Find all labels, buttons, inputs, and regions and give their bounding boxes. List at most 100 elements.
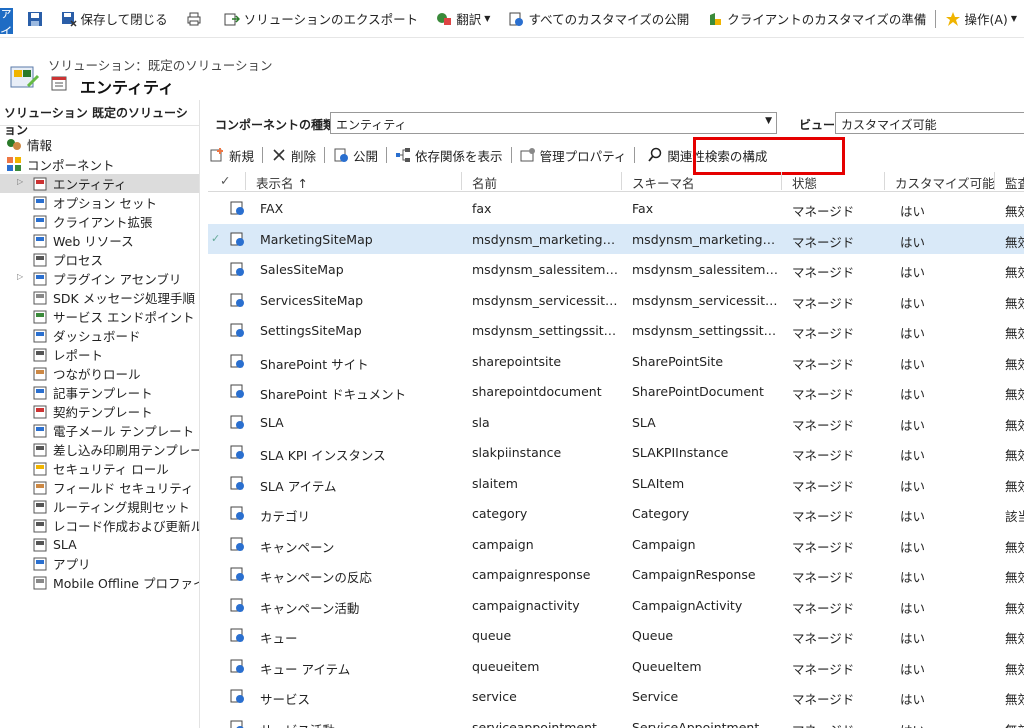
view-select[interactable]: カスタマイズ可能 (835, 112, 1024, 134)
translate-menu[interactable]: 翻訳 ▼ (429, 7, 497, 31)
managed-properties-button[interactable]: 管理プロパティ (512, 144, 635, 166)
delete-button[interactable]: 削除 (263, 144, 324, 166)
sidebar-item[interactable]: 記事テンプレート (0, 383, 199, 402)
cell-display-name[interactable]: キュー アイテム (260, 659, 460, 678)
column-header-customizable[interactable]: カスタマイズ可能 (895, 173, 995, 192)
table-row[interactable]: ✓ MarketingSiteMap msdynsm_marketing… msdyn… (208, 223, 1024, 254)
sidebar-item[interactable]: クライアント拡張 (0, 212, 199, 231)
sidebar-item[interactable]: アプリ (0, 554, 199, 573)
sidebar-item[interactable]: 差し込み印刷用テンプレート (0, 440, 199, 459)
prepare-client-button[interactable]: クライアントのカスタマイズの準備 (700, 7, 933, 31)
solution-sidebar: ソリューション 既定のソリューション 情報 コンポーネント ▷ エンティティ オプシ… (0, 100, 200, 728)
export-solution-button[interactable]: ソリューションのエクスポート (217, 7, 425, 31)
table-row[interactable]: キュー アイテム queueitem QueueItem マネージド はい 無効 (208, 651, 1024, 682)
column-header-schema-name[interactable]: スキーマ名 (632, 173, 695, 192)
sidebar-item[interactable]: レコード作成および更新ル… (0, 516, 199, 535)
cell-display-name[interactable]: ServicesSiteMap (260, 293, 460, 308)
publish-all-button[interactable]: すべてのカスタマイズの公開 (501, 7, 696, 31)
table-row[interactable]: SLA sla SLA マネージド はい 無効 (208, 407, 1024, 438)
component-type-select[interactable]: エンティティ ▼ (330, 112, 777, 134)
cell-audit: 無効 (1005, 417, 1024, 433)
cell-display-name[interactable]: サービス (260, 689, 460, 708)
table-row[interactable]: SLA KPI インスタンス slakpiinstance SLAKPIInstan… (208, 437, 1024, 468)
sidebar-item[interactable]: Mobile Offline プロファイル (0, 573, 199, 592)
table-row[interactable]: カテゴリ category Category マネージド はい 該当 (208, 498, 1024, 529)
row-check-icon[interactable]: ✓ (211, 232, 220, 245)
cell-display-name[interactable]: カテゴリ (260, 506, 460, 525)
cell-display-name[interactable]: SharePoint サイト (260, 354, 460, 373)
table-row[interactable]: サービス service Service マネージド はい 無効 (208, 681, 1024, 712)
cell-display-name[interactable]: キャンペーン活動 (260, 598, 460, 617)
table-row[interactable]: SLA アイテム slaitem SLAItem マネージド はい 無効 (208, 468, 1024, 499)
fax-icon (230, 201, 244, 215)
sidebar-item[interactable]: レポート (0, 345, 199, 364)
cell-name: sharepointsite (472, 353, 562, 369)
mail-merge-template-icon (33, 443, 47, 456)
table-row[interactable]: SharePoint ドキュメント sharepointdocument Share… (208, 376, 1024, 407)
sidebar-item[interactable]: SLA (0, 535, 199, 554)
sidebar-item[interactable]: オプション セット (0, 193, 199, 212)
print-button[interactable] (179, 7, 213, 31)
table-row[interactable]: SalesSiteMap msdynsm_salessitem… msdynsm_s… (208, 254, 1024, 285)
sidebar-item[interactable]: プロセス (0, 250, 199, 269)
table-row[interactable]: SettingsSiteMap msdynsm_settingssit… msdyn… (208, 315, 1024, 346)
cell-display-name[interactable]: キュー (260, 628, 460, 647)
cell-customizable: はい (900, 417, 926, 433)
cell-name: queue (472, 628, 512, 643)
entity-icon (51, 76, 67, 91)
sidebar-item[interactable]: Web リソース (0, 231, 199, 250)
table-row[interactable]: キュー queue Queue マネージド はい 無効 (208, 620, 1024, 651)
sidebar-item[interactable]: つながりロール (0, 364, 199, 383)
sitemap-icon (230, 232, 244, 246)
cell-display-name[interactable]: SLA (260, 415, 460, 430)
cell-audit: 該当 (1005, 509, 1024, 524)
sidebar-item[interactable]: フィールド セキュリティ プロ… (0, 478, 199, 497)
save-button[interactable] (13, 7, 54, 31)
info-icon (7, 139, 21, 150)
table-row[interactable]: キャンペーン活動 campaignactivity CampaignActivity… (208, 590, 1024, 621)
new-button[interactable]: 新規 (201, 144, 262, 166)
sidebar-components[interactable]: コンポーネント (0, 154, 199, 174)
select-all-checkbox[interactable]: ✓ (220, 173, 230, 188)
expand-arrow-icon[interactable]: ▷ (17, 177, 23, 186)
cell-display-name[interactable]: SLA アイテム (260, 476, 460, 495)
cell-display-name[interactable]: SalesSiteMap (260, 262, 460, 277)
column-header-name[interactable]: 名前 (472, 173, 497, 192)
sidebar-item[interactable]: セキュリティ ロール (0, 459, 199, 478)
actions-menu[interactable]: 操作(A) ▼ (938, 7, 1024, 31)
column-header-display-name[interactable]: 表示名 ↑ (256, 173, 308, 192)
cell-display-name[interactable]: SettingsSiteMap (260, 323, 460, 338)
cell-display-name[interactable]: サービス活動 (260, 720, 460, 728)
cell-audit: 無効 (1005, 539, 1024, 555)
file-tab[interactable]: ファイル (0, 0, 13, 58)
save-close-button[interactable]: 保存して閉じる (54, 7, 175, 31)
table-row[interactable]: キャンペーン campaign Campaign マネージド はい 無効 (208, 529, 1024, 560)
column-header-state[interactable]: 状態 (792, 173, 817, 192)
sidebar-item[interactable]: ▷ プラグイン アセンブリ (0, 269, 199, 288)
sidebar-item[interactable]: SDK メッセージ処理手順 (0, 288, 199, 307)
cell-state: マネージド (792, 692, 855, 707)
sidebar-item[interactable]: ダッシュボード (0, 326, 199, 345)
table-row[interactable]: SharePoint サイト sharepointsite SharePointSi… (208, 346, 1024, 377)
sidebar-item[interactable]: サービス エンドポイント (0, 307, 199, 326)
show-dependencies-button[interactable]: 依存関係を表示 (387, 144, 511, 166)
cell-display-name[interactable]: SLA KPI インスタンス (260, 445, 460, 464)
save-close-icon (61, 11, 77, 27)
sidebar-item[interactable]: 契約テンプレート (0, 402, 199, 421)
cell-display-name[interactable]: キャンペーン (260, 537, 460, 556)
sidebar-item[interactable]: 電子メール テンプレート (0, 421, 199, 440)
expand-arrow-icon[interactable]: ▷ (17, 272, 23, 281)
sidebar-item[interactable]: ルーティング規則セット (0, 497, 199, 516)
table-row[interactable]: サービス活動 serviceappointment ServiceAppointme… (208, 712, 1024, 728)
cell-display-name[interactable]: SharePoint ドキュメント (260, 384, 460, 403)
sidebar-item[interactable]: ▷ エンティティ (0, 174, 199, 193)
table-row[interactable]: ServicesSiteMap msdynsm_servicessit… msdyn… (208, 285, 1024, 316)
cell-display-name[interactable]: FAX (260, 201, 460, 216)
cell-display-name[interactable]: キャンペーンの反応 (260, 567, 460, 586)
table-row[interactable]: FAX fax Fax マネージド はい 無効 (208, 193, 1024, 224)
table-row[interactable]: キャンペーンの反応 campaignresponse CampaignRespons… (208, 559, 1024, 590)
publish-button[interactable]: 公開 (325, 144, 386, 166)
sidebar-info[interactable]: 情報 (0, 134, 199, 154)
cell-display-name[interactable]: MarketingSiteMap (260, 232, 460, 247)
column-header-audit[interactable]: 監査 (1005, 173, 1024, 192)
